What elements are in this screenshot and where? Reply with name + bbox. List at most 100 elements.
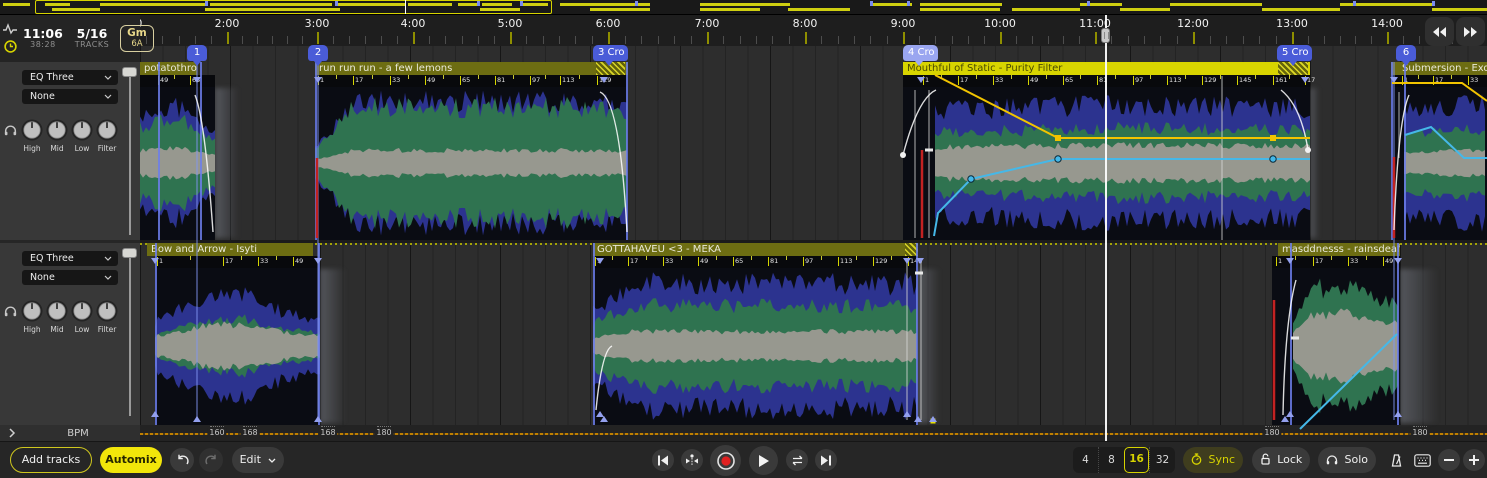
playhead[interactable] (1105, 14, 1107, 441)
bpm-automation-lane[interactable]: 160168168180180180 (140, 425, 1487, 441)
clip-boundary[interactable] (916, 243, 918, 425)
sync-button[interactable]: Sync (1183, 447, 1243, 473)
headphones-icon (1326, 454, 1338, 465)
clip-gotta[interactable]: GOTTAHAVEU <3 - MEKA11733496581971131291… (593, 243, 918, 425)
edit-menu-button[interactable]: Edit (232, 447, 284, 473)
overview-minimap[interactable] (0, 0, 1487, 15)
knob-low[interactable] (71, 300, 93, 322)
knob-low[interactable] (71, 119, 93, 141)
waveform (155, 269, 320, 423)
beat-number: 33 (1348, 257, 1358, 266)
ruler-hour-tick (707, 32, 709, 44)
clip-boundary[interactable] (200, 62, 202, 240)
clip-boundary[interactable] (1391, 62, 1393, 240)
loop-length-32[interactable]: 32 (1149, 447, 1175, 473)
clip-run[interactable]: run run run - a few lemons11733496581971… (315, 62, 628, 240)
knob-mid[interactable] (46, 300, 68, 322)
timeline-marker-4[interactable]: 4 Cro (903, 45, 938, 61)
bpm-lane-header[interactable]: BPM (0, 425, 140, 441)
beat-number: 113 (1167, 76, 1181, 85)
clip-boundary[interactable] (158, 62, 160, 240)
quantize-button[interactable] (681, 449, 703, 471)
metronome-button[interactable] (1384, 448, 1409, 473)
ruler-hour-label: 3:00 (305, 17, 330, 30)
record-button[interactable] (710, 445, 741, 476)
solo-button[interactable]: Solo (1318, 447, 1376, 473)
minimap-playhead (405, 0, 406, 14)
jump-forward-button[interactable] (1456, 17, 1485, 46)
headphones-cue-icon[interactable] (4, 124, 17, 136)
eq-select-track-2[interactable]: EQ Three (22, 251, 118, 266)
beat-tick (579, 75, 580, 79)
skip-to-start-button[interactable] (652, 449, 674, 471)
beat-ruler: 1173349 (155, 256, 320, 268)
clip-boundary[interactable] (1404, 62, 1406, 240)
minimap-clip-bar (1120, 8, 1170, 11)
clip-boundary[interactable] (1290, 243, 1292, 425)
loop-length-4[interactable]: 4 (1073, 447, 1098, 473)
zoom-in-button[interactable] (1463, 449, 1485, 471)
lock-button[interactable]: Lock (1252, 447, 1310, 473)
shortcuts-button[interactable] (1410, 448, 1435, 473)
ruler-hour-tick (805, 32, 807, 44)
beat-tick (976, 75, 977, 79)
knob-mid[interactable] (46, 119, 68, 141)
clip-mouthful[interactable]: Mouthful of Static - Purity Filter117334… (903, 62, 1310, 240)
ruler-hour-tick (317, 32, 319, 44)
beat-ruler: 4965 (140, 75, 215, 87)
clip-boundary[interactable] (155, 243, 157, 425)
skip-end-icon (820, 455, 832, 466)
fast-forward-icon (1463, 26, 1478, 38)
clip-boundary[interactable] (593, 243, 595, 425)
add-tracks-button[interactable]: Add tracks (10, 447, 92, 473)
ruler-minor-tick (952, 36, 953, 44)
play-button[interactable] (749, 446, 778, 475)
knob-high[interactable] (21, 300, 43, 322)
ruler-hour-label: 2:00 (215, 17, 240, 30)
timeline-marker-6[interactable]: 6 (1396, 45, 1416, 61)
beat-tick (716, 256, 717, 260)
ruler-hour-tick (1292, 32, 1294, 44)
volume-fader-handle[interactable] (122, 248, 137, 258)
redo-button[interactable] (199, 448, 223, 472)
timeline-marker-1[interactable]: 1 (187, 45, 207, 61)
key-badge[interactable]: Gm 6A (120, 25, 154, 52)
time-ruler[interactable]: 1:002:003:004:005:006:007:008:009:0010:0… (140, 14, 1487, 46)
loop-button[interactable] (786, 449, 808, 471)
headphones-cue-icon[interactable] (4, 305, 17, 317)
eq-select-track-1[interactable]: EQ Three (22, 70, 118, 85)
knob-label: Filter (92, 144, 122, 153)
knob-filter[interactable] (96, 119, 118, 141)
clip-boundary[interactable] (315, 62, 317, 240)
fx-select-track-2[interactable]: None (22, 270, 118, 285)
timeline-marker-5[interactable]: 5 Cro (1277, 45, 1312, 61)
clip-boundary[interactable] (318, 243, 320, 425)
zoom-out-button[interactable] (1438, 449, 1460, 471)
clip-submersion[interactable]: Submersion - Exodus11733 (1391, 62, 1487, 240)
timeline-marker-2[interactable]: 2 (308, 45, 328, 61)
beat-tick (856, 256, 857, 260)
ruler-hour-label: 12:00 (1177, 17, 1209, 30)
loop-length-8[interactable]: 8 (1098, 447, 1124, 473)
playhead-handle[interactable] (1101, 28, 1110, 43)
clip-bow[interactable]: Bow and Arrow - Isyti1173349 (155, 243, 320, 425)
automix-button[interactable]: Automix (100, 447, 162, 473)
minimap-viewport[interactable] (35, 0, 552, 14)
jump-back-button[interactable] (1425, 17, 1454, 46)
skip-to-end-button[interactable] (815, 449, 837, 471)
clip-boundary[interactable] (1397, 243, 1399, 425)
clip-potatothrow[interactable]: potatothrow4965 (140, 62, 215, 240)
clip-masd[interactable]: masddnesss - rainsdeaf1173349 (1272, 243, 1400, 425)
ruler-minor-tick (195, 36, 196, 44)
knob-filter[interactable] (96, 300, 118, 322)
fx-select-track-1[interactable]: None (22, 89, 118, 104)
beat-number: 17 (1313, 257, 1323, 266)
volume-fader-handle[interactable] (122, 67, 137, 77)
loop-length-16[interactable]: 16 (1124, 447, 1149, 473)
knob-high[interactable] (21, 119, 43, 141)
undo-button[interactable] (170, 448, 194, 472)
beat-number: 113 (838, 257, 852, 266)
timeline-marker-3[interactable]: 3 Cro (593, 45, 628, 61)
clip-boundary[interactable] (626, 62, 628, 240)
beat-tick (336, 75, 337, 79)
